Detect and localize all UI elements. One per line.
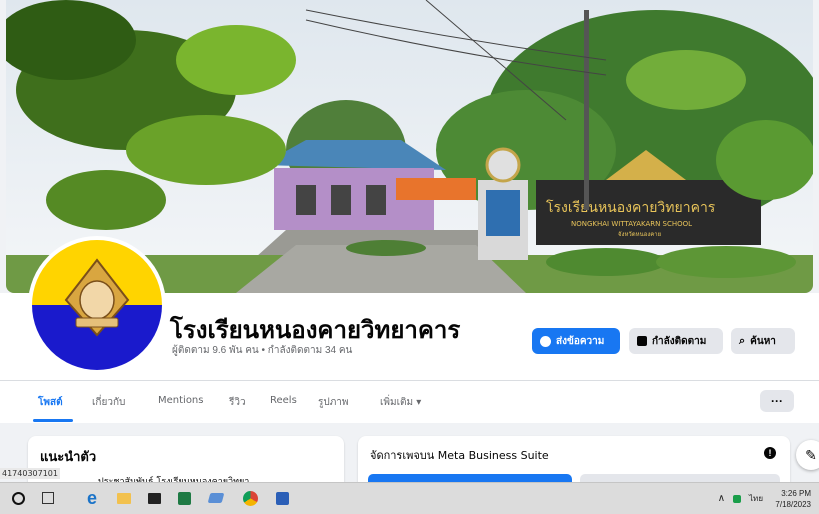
language-indicator[interactable]: ไทย [749,492,763,505]
search-button[interactable]: ⌕ ค้นหา [731,328,795,354]
store-icon[interactable] [144,488,164,508]
system-tray: ∧ ไทย [718,492,763,505]
sign-subtitle: จังหวัดหนองคาย [618,231,661,238]
search-circle-icon[interactable] [8,488,28,508]
side-id-label: 41740307101 [0,468,60,479]
edge-browser-icon[interactable]: e [82,488,102,508]
chevron-up-icon[interactable]: ∧ [718,493,725,504]
active-tab-indicator [33,419,73,422]
task-view-icon[interactable] [38,488,58,508]
following-button[interactable]: กำลังติดตาม [629,328,723,354]
tab-reels[interactable]: Reels [270,395,297,406]
search-icon: ⌕ [739,334,746,347]
tab-mentions[interactable]: Mentions [158,395,203,406]
profile-avatar[interactable] [28,236,166,374]
clock-time: 3:26 PM [781,489,811,498]
tab-more[interactable]: เพิ่มเติม ▾ [380,395,421,410]
clock-date: 7/18/2023 [775,500,811,509]
meta-business-title: จัดการเพจบน Meta Business Suite [370,449,549,462]
school-emblem-icon [32,240,162,370]
photos-icon[interactable] [206,488,226,508]
chrome-icon[interactable] [240,488,260,508]
excel-icon[interactable] [174,488,194,508]
tab-about[interactable]: เกี่ยวกับ [92,395,125,410]
tab-posts[interactable]: โพสต์ [38,395,63,410]
sign-thai: โรงเรียนหนองคายวิทยาคาร [546,199,716,216]
taskbar: e ∧ ไทย 3:26 PM 7/18/2023 [0,482,819,514]
following-label: กำลังติดตาม [652,335,707,347]
sign-english: NONGKHAI WITTAYAKARN SCHOOL [571,220,692,228]
tab-reviews[interactable]: รีวิว [229,395,246,410]
facebook-page: โรงเรียนหนองคายวิทยาคาร NONGKHAI WITTAYA… [0,0,819,514]
messenger-icon [540,335,551,347]
edit-icon[interactable]: ✎ [796,440,819,470]
info-icon[interactable]: ! [764,447,776,459]
word-icon[interactable] [272,488,292,508]
send-message-button[interactable]: ส่งข้อความ [532,328,620,354]
more-options-button[interactable]: ··· [760,390,794,412]
network-icon[interactable] [733,494,742,503]
clock[interactable]: 3:26 PM 7/18/2023 [775,488,811,510]
page-tabs: โพสต์ เกี่ยวกับ Mentions รีวิว Reels รูป… [0,380,819,423]
following-icon [637,336,647,346]
tab-photos[interactable]: รูปภาพ [318,395,349,410]
intro-title: แนะนำตัว [40,450,97,465]
search-label: ค้นหา [750,335,776,347]
file-explorer-icon[interactable] [114,488,134,508]
send-message-label: ส่งข้อความ [556,335,605,347]
follower-stats[interactable]: ผู้ติดตาม 9.6 พัน คน • กำลังติดตาม 34 คน [172,343,352,358]
